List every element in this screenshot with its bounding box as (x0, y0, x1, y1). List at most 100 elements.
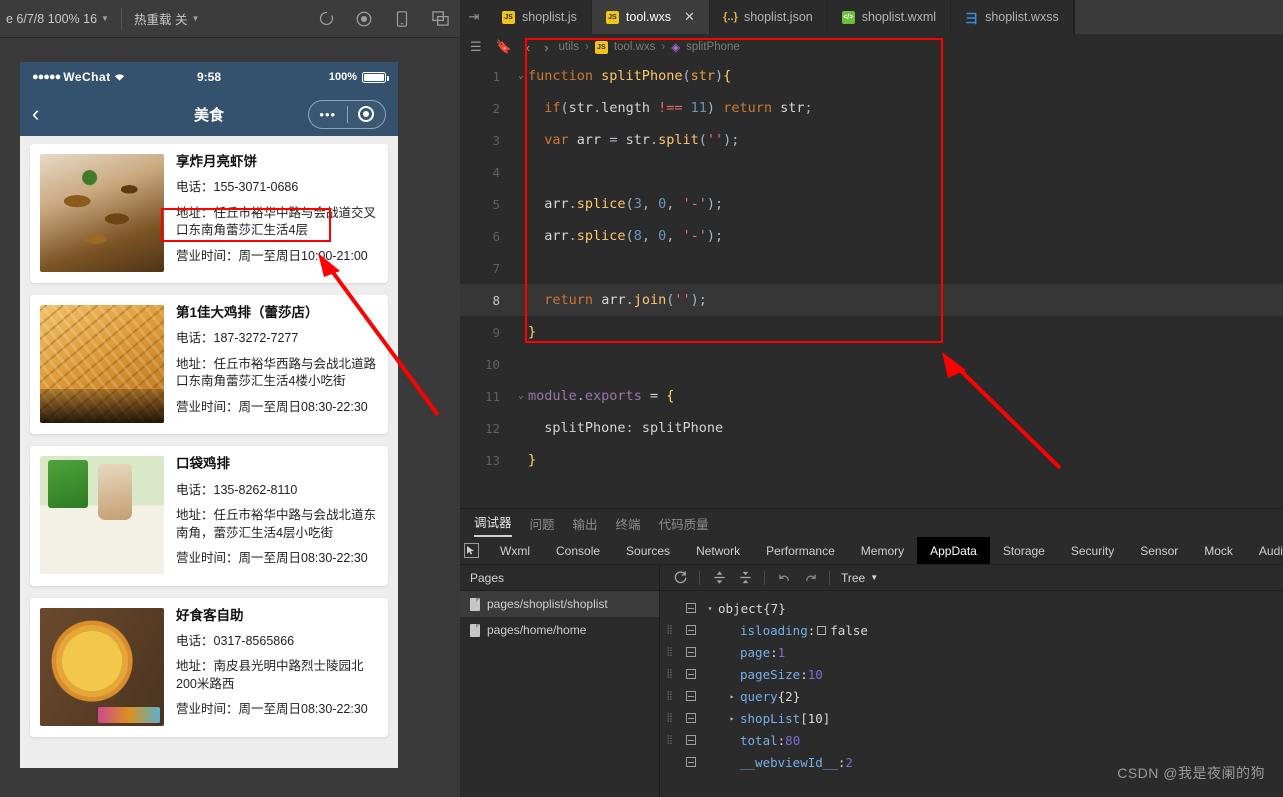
breadcrumb-item-file[interactable]: tool.wxs (614, 41, 656, 53)
node-toggle-icon[interactable] (680, 757, 702, 767)
breadcrumb-item-symbol[interactable]: splitPhone (686, 41, 740, 53)
subtab-security[interactable]: Security (1058, 537, 1127, 564)
tab-shoplist-json[interactable]: {..} shoplist.json (709, 0, 828, 34)
node-toggle-icon[interactable] (680, 735, 702, 745)
tree-checkbox[interactable] (817, 626, 827, 635)
target-icon[interactable] (348, 106, 386, 122)
subtab-sensor[interactable]: Sensor (1127, 537, 1191, 564)
tab-output[interactable]: 输出 (573, 514, 598, 537)
subtab-sources[interactable]: Sources (613, 537, 683, 564)
fold-arrow-icon[interactable]: ⌄ (514, 391, 528, 401)
collapse-all-icon[interactable] (733, 568, 757, 588)
subtab-performance[interactable]: Performance (753, 537, 848, 564)
expand-all-icon[interactable] (707, 568, 731, 588)
phone-nav-bar: ‹ 美食 ••• (20, 92, 398, 136)
tree-value: 2 (845, 754, 853, 770)
capsule-menu-icon[interactable]: ••• (309, 107, 347, 122)
subtab-wxml[interactable]: Wxml (487, 537, 543, 564)
breadcrumb-item-folder[interactable]: utils (559, 41, 579, 53)
page-item-home[interactable]: pages/home/home (460, 617, 659, 643)
chevron-left-icon[interactable]: ‹ (32, 103, 39, 125)
tree-row[interactable]: ⣿ page : 1 (660, 641, 1283, 663)
document-icon (470, 597, 480, 611)
code-line: 10 (460, 348, 1283, 380)
tab-label: shoplist.json (743, 10, 813, 24)
shop-card[interactable]: 口袋鸡排 电话：135-8262-8110 地址：任丘市裕华中路与会战北道东南角，蕾… (30, 446, 388, 586)
code-line: 7 (460, 252, 1283, 284)
node-toggle-icon[interactable] (680, 691, 702, 701)
tab-tool-wxs[interactable]: JS tool.wxs ✕ (591, 0, 710, 34)
tab-shoplist-wxml[interactable]: </> shoplist.wxml (827, 0, 952, 34)
tree-row[interactable]: ⣿ total : 80 (660, 729, 1283, 751)
page-item-label: pages/home/home (487, 623, 587, 637)
hot-reload-toggle[interactable]: 热重载 关 ▼ (128, 0, 205, 37)
tree-row[interactable]: ▾ object {7} (660, 597, 1283, 619)
node-toggle-icon[interactable] (680, 713, 702, 723)
subtab-console[interactable]: Console (543, 537, 613, 564)
explorer-toggle-icon[interactable]: ⇥ (460, 0, 488, 34)
split-view-icon[interactable] (430, 9, 450, 29)
drag-handle-icon[interactable]: ⣿ (660, 625, 680, 635)
shop-hours: 营业时间：周一至周日08:30-22:30 (176, 551, 368, 566)
tree-row[interactable]: ⣿ ▸ query {2} (660, 685, 1283, 707)
subtab-audits[interactable]: Audits (1246, 537, 1283, 564)
tab-shoplist-wxss[interactable]: 彐 shoplist.wxss (951, 0, 1074, 34)
node-toggle-icon[interactable] (680, 669, 702, 679)
code-text: if(str.length !== 11) return str; (544, 100, 813, 116)
subtab-network[interactable]: Network (683, 537, 753, 564)
twisty-icon[interactable]: ▸ (724, 714, 740, 723)
node-toggle-icon[interactable] (680, 603, 702, 613)
appdata-tree[interactable]: ▾ object {7} ⣿ isloading : false ⣿ page : 1 ⣿ p… (660, 591, 1283, 773)
drag-handle-icon[interactable]: ⣿ (660, 647, 680, 657)
nav-back-icon[interactable]: ‹ (522, 40, 534, 55)
tree-row[interactable]: ⣿ ▸ shopList [10] (660, 707, 1283, 729)
fold-arrow-icon[interactable]: ⌄ (514, 71, 528, 81)
drag-handle-icon[interactable]: ⣿ (660, 691, 680, 701)
subtab-appdata[interactable]: AppData (917, 537, 990, 564)
subtab-mock[interactable]: Mock (1191, 537, 1246, 564)
shop-card[interactable]: 第1佳大鸡排（蕾莎店） 电话：187-3272-7277 地址：任丘市裕华西路与会战… (30, 295, 388, 435)
tab-code-quality[interactable]: 代码质量 (659, 514, 709, 537)
refresh-icon[interactable] (316, 9, 336, 29)
page-item-shoplist[interactable]: pages/shoplist/shoplist (460, 591, 659, 617)
drag-handle-icon[interactable]: ⣿ (660, 735, 680, 745)
refresh-icon[interactable] (668, 568, 692, 588)
shop-address: 地址：南皮县光明中路烈士陵园北200米路西 (176, 659, 364, 691)
tree-key: total (740, 732, 778, 748)
wechat-capsule[interactable]: ••• (308, 99, 386, 129)
compile-icon[interactable] (354, 9, 374, 29)
inspect-element-icon[interactable] (464, 537, 479, 564)
tree-row[interactable]: ⣿ pageSize : 10 (660, 663, 1283, 685)
device-selector[interactable]: e 6/7/8 100% 16 ▼ (0, 0, 115, 37)
close-icon[interactable]: ✕ (684, 9, 695, 25)
code-editor[interactable]: 1 ⌄ function splitPhone(str){ 2 if(str.l… (460, 60, 1283, 508)
subtab-memory[interactable]: Memory (848, 537, 917, 564)
bookmark-icon[interactable]: 🔖 (492, 39, 516, 55)
shop-list[interactable]: 享炸月亮虾饼 电话：155-3071-0686 地址：任丘市裕华中路与会战道交叉口东… (20, 136, 398, 768)
tab-debugger[interactable]: 调试器 (474, 512, 512, 537)
twisty-icon[interactable]: ▾ (702, 604, 718, 613)
tab-shoplist-js[interactable]: JS shoplist.js (488, 0, 592, 34)
line-number: 3 (492, 132, 500, 148)
preview-device-icon[interactable] (392, 9, 412, 29)
drag-handle-icon[interactable]: ⣿ (660, 713, 680, 723)
twisty-icon[interactable]: ▸ (724, 692, 740, 701)
subtab-storage[interactable]: Storage (990, 537, 1058, 564)
toolbar-divider (120, 7, 122, 30)
tree-row[interactable]: ⣿ isloading : false (660, 619, 1283, 641)
code-text: } (528, 324, 537, 340)
tab-problems[interactable]: 问题 (530, 514, 555, 537)
node-toggle-icon[interactable] (680, 625, 702, 635)
nav-forward-icon[interactable]: › (540, 40, 552, 55)
tab-terminal[interactable]: 终端 (616, 514, 641, 537)
shop-card[interactable]: 享炸月亮虾饼 电话：155-3071-0686 地址：任丘市裕华中路与会战道交叉口东… (30, 144, 388, 284)
tree-separator: : (800, 666, 808, 682)
view-mode-select[interactable]: Tree ▼ (841, 571, 878, 585)
redo-icon[interactable] (798, 568, 822, 588)
shop-card[interactable]: 好食客自助 电话：0317-8565866 地址：南皮县光明中路烈士陵园北200米路… (30, 597, 388, 737)
node-toggle-icon[interactable] (680, 647, 702, 657)
outline-icon[interactable]: ☰ (466, 39, 486, 55)
undo-icon[interactable] (772, 568, 796, 588)
drag-handle-icon[interactable]: ⣿ (660, 669, 680, 679)
shop-name: 第1佳大鸡排（蕾莎店） (176, 305, 319, 321)
